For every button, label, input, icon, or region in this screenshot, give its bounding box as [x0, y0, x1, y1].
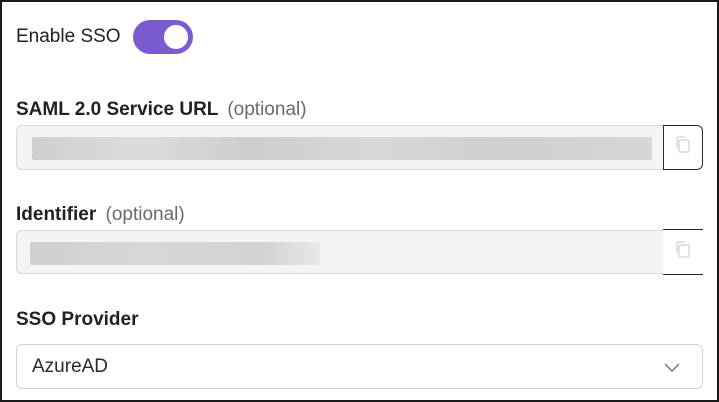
redacted-value [30, 242, 320, 265]
identifier-optional: (optional) [105, 204, 185, 225]
enable-sso-row: Enable SSO [16, 20, 193, 54]
saml-url-label-text: SAML 2.0 Service URL [16, 99, 219, 120]
copy-icon [674, 135, 692, 160]
enable-sso-toggle[interactable] [132, 20, 193, 54]
saml-url-label: SAML 2.0 Service URL (optional) [16, 99, 307, 121]
copy-saml-url-button[interactable] [663, 125, 703, 170]
identifier-field[interactable] [16, 230, 663, 274]
identifier-label-text: Identifier [16, 204, 97, 225]
saml-url-field[interactable] [16, 125, 663, 170]
copy-identifier-button[interactable] [663, 229, 703, 275]
identifier-label: Identifier (optional) [16, 204, 185, 226]
sso-settings-panel: Enable SSO SAML 2.0 Service URL (optiona… [0, 0, 719, 402]
redacted-value [32, 137, 652, 160]
sso-provider-select[interactable]: AzureAD [16, 344, 703, 389]
chevron-down-icon [664, 360, 680, 378]
sso-provider-label: SSO Provider [16, 309, 139, 330]
enable-sso-label: Enable SSO [16, 26, 121, 47]
saml-url-optional: (optional) [227, 99, 307, 120]
toggle-knob [163, 25, 188, 49]
sso-provider-value: AzureAD [32, 355, 109, 377]
copy-icon [674, 240, 692, 265]
